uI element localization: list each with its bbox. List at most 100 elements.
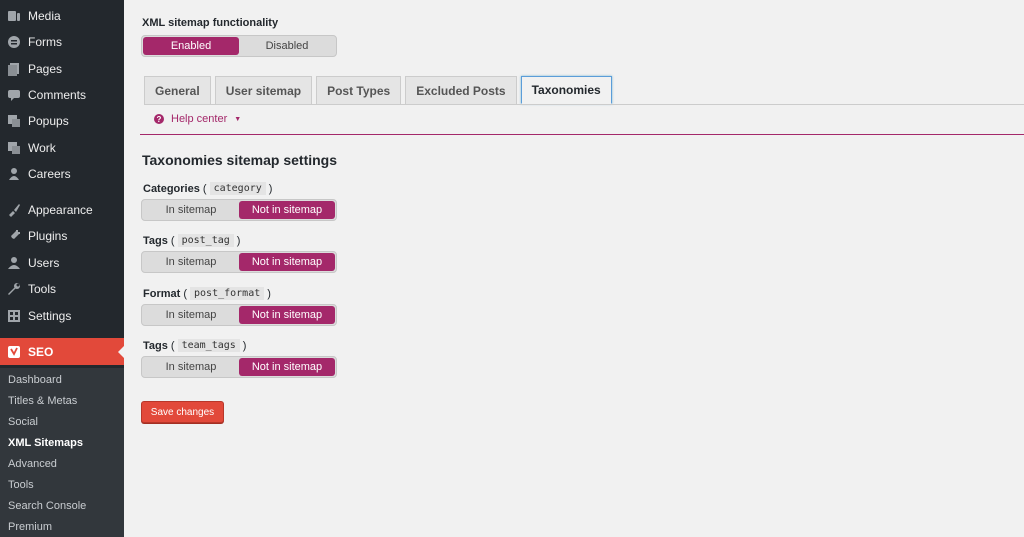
caret-down-icon: ▼ xyxy=(234,115,242,123)
taxonomy-toggle: In sitemap Not in sitemap xyxy=(141,251,337,273)
help-divider xyxy=(140,134,1024,135)
taxonomy-name: Tags xyxy=(143,234,168,247)
work-icon xyxy=(7,141,21,155)
plugins-icon xyxy=(7,229,21,243)
tab-excluded-posts[interactable]: Excluded Posts xyxy=(405,76,517,104)
menu-label: Comments xyxy=(28,88,87,102)
submenu-item-tools[interactable]: Tools xyxy=(8,479,34,491)
tab-taxonomies[interactable]: Taxonomies xyxy=(520,76,612,104)
menu-item-forms[interactable]: Forms xyxy=(0,29,124,55)
taxonomy-name: Format xyxy=(143,287,181,300)
menu-label: SEO xyxy=(28,344,54,359)
taxonomy-slug: post_tag xyxy=(177,234,234,247)
save-changes-button[interactable]: Save changes xyxy=(141,401,224,423)
taxonomy-toggle: In sitemap Not in sitemap xyxy=(141,356,337,378)
taxonomy-slug: post_format xyxy=(190,287,265,300)
appearance-icon xyxy=(7,203,21,217)
not-in-sitemap-option[interactable]: Not in sitemap xyxy=(239,253,335,271)
help-center-label: Help center xyxy=(171,113,228,125)
taxonomy-name: Categories xyxy=(143,182,200,195)
menu-item-tools[interactable]: Tools xyxy=(0,276,124,302)
menu-item-plugins[interactable]: Plugins xyxy=(0,223,124,249)
paren-close: ) xyxy=(242,339,247,352)
menu-label: Plugins xyxy=(28,229,68,243)
menu-item-careers[interactable]: Careers xyxy=(0,161,124,187)
tab-general[interactable]: General xyxy=(144,76,211,104)
menu-label: Settings xyxy=(28,309,72,323)
comments-icon xyxy=(7,88,21,102)
settings-tabs: General User sitemap Post Types Excluded… xyxy=(144,76,616,104)
in-sitemap-option[interactable]: In sitemap xyxy=(143,253,239,271)
submenu-item-social[interactable]: Social xyxy=(8,416,38,428)
not-in-sitemap-option[interactable]: Not in sitemap xyxy=(239,358,335,376)
in-sitemap-option[interactable]: In sitemap xyxy=(143,201,239,219)
taxonomy-slug: category xyxy=(209,182,266,195)
menu-item-pages[interactable]: Pages xyxy=(0,56,124,82)
menu-item-popups[interactable]: Popups xyxy=(0,108,124,134)
taxonomy-label: Categories ( category ) xyxy=(143,182,272,195)
menu-label: Careers xyxy=(28,167,71,181)
menu-item-work[interactable]: Work xyxy=(0,135,124,161)
menu-label: Media xyxy=(28,9,61,23)
menu-label: Forms xyxy=(28,35,62,49)
submenu-item-dashboard[interactable]: Dashboard xyxy=(8,374,62,386)
taxonomy-label: Tags ( post_tag ) xyxy=(143,234,240,247)
paren-open: ( xyxy=(183,287,188,300)
paren-close: ) xyxy=(267,287,271,300)
not-in-sitemap-option[interactable]: Not in sitemap xyxy=(239,201,335,219)
menu-label: Tools xyxy=(28,282,57,296)
menu-item-appearance[interactable]: Appearance xyxy=(0,197,124,223)
users-icon xyxy=(7,256,21,270)
menu-label: Users xyxy=(28,256,60,270)
tools-icon xyxy=(7,282,21,296)
admin-sidebar: Media Forms Pages Comments Popups Work C… xyxy=(0,0,124,537)
careers-icon xyxy=(7,167,21,181)
paren-close: ) xyxy=(236,234,241,247)
pages-icon xyxy=(7,62,21,76)
paren-open: ( xyxy=(170,339,175,352)
taxonomy-slug: team_tags xyxy=(177,339,240,352)
menu-label: Work xyxy=(28,141,56,155)
menu-label: Pages xyxy=(28,62,63,76)
yoast-icon xyxy=(7,345,21,359)
paren-open: ( xyxy=(202,182,207,195)
settings-icon xyxy=(7,309,21,323)
paren-close: ) xyxy=(268,182,273,195)
section-title: Taxonomies sitemap settings xyxy=(142,152,338,168)
tabs-divider xyxy=(144,104,1024,105)
taxonomy-toggle: In sitemap Not in sitemap xyxy=(141,199,337,221)
main-content: XML sitemap functionality Enabled Disabl… xyxy=(124,0,1024,537)
help-center-toggle[interactable]: ? Help center ▼ xyxy=(154,113,241,125)
taxonomy-name: Tags xyxy=(143,339,168,352)
media-icon xyxy=(7,9,21,23)
taxonomy-toggle: In sitemap Not in sitemap xyxy=(141,304,337,326)
menu-item-comments[interactable]: Comments xyxy=(0,82,124,108)
sitemap-functionality-label: XML sitemap functionality xyxy=(142,17,279,29)
taxonomy-label: Format ( post_format ) xyxy=(143,287,271,300)
submenu-item-advanced[interactable]: Advanced xyxy=(8,458,57,470)
submenu-item-xml-sitemaps[interactable]: XML Sitemaps xyxy=(8,437,83,449)
menu-item-settings[interactable]: Settings xyxy=(0,303,124,329)
paren-open: ( xyxy=(170,234,175,247)
question-icon: ? xyxy=(154,114,164,124)
popups-icon xyxy=(7,114,21,128)
menu-item-seo[interactable]: SEO xyxy=(0,338,124,365)
menu-item-users[interactable]: Users xyxy=(0,250,124,276)
menu-label: Popups xyxy=(28,114,69,128)
enabled-option[interactable]: Enabled xyxy=(143,37,239,55)
submenu-item-premium[interactable]: Premium xyxy=(8,521,52,533)
in-sitemap-option[interactable]: In sitemap xyxy=(143,358,239,376)
forms-icon xyxy=(7,35,21,49)
submenu-item-titles-metas[interactable]: Titles & Metas xyxy=(8,395,77,407)
submenu-item-search-console[interactable]: Search Console xyxy=(8,500,86,512)
menu-label: Appearance xyxy=(28,203,93,217)
sitemap-functionality-toggle: Enabled Disabled xyxy=(141,35,337,57)
tab-user-sitemap[interactable]: User sitemap xyxy=(214,76,313,104)
disabled-option[interactable]: Disabled xyxy=(239,37,335,55)
in-sitemap-option[interactable]: In sitemap xyxy=(143,306,239,324)
not-in-sitemap-option[interactable]: Not in sitemap xyxy=(239,306,335,324)
tab-post-types[interactable]: Post Types xyxy=(316,76,402,104)
taxonomy-label: Tags ( team_tags ) xyxy=(143,339,246,352)
menu-item-media[interactable]: Media xyxy=(0,3,124,29)
seo-submenu: Dashboard Titles & Metas Social XML Site… xyxy=(0,368,124,537)
